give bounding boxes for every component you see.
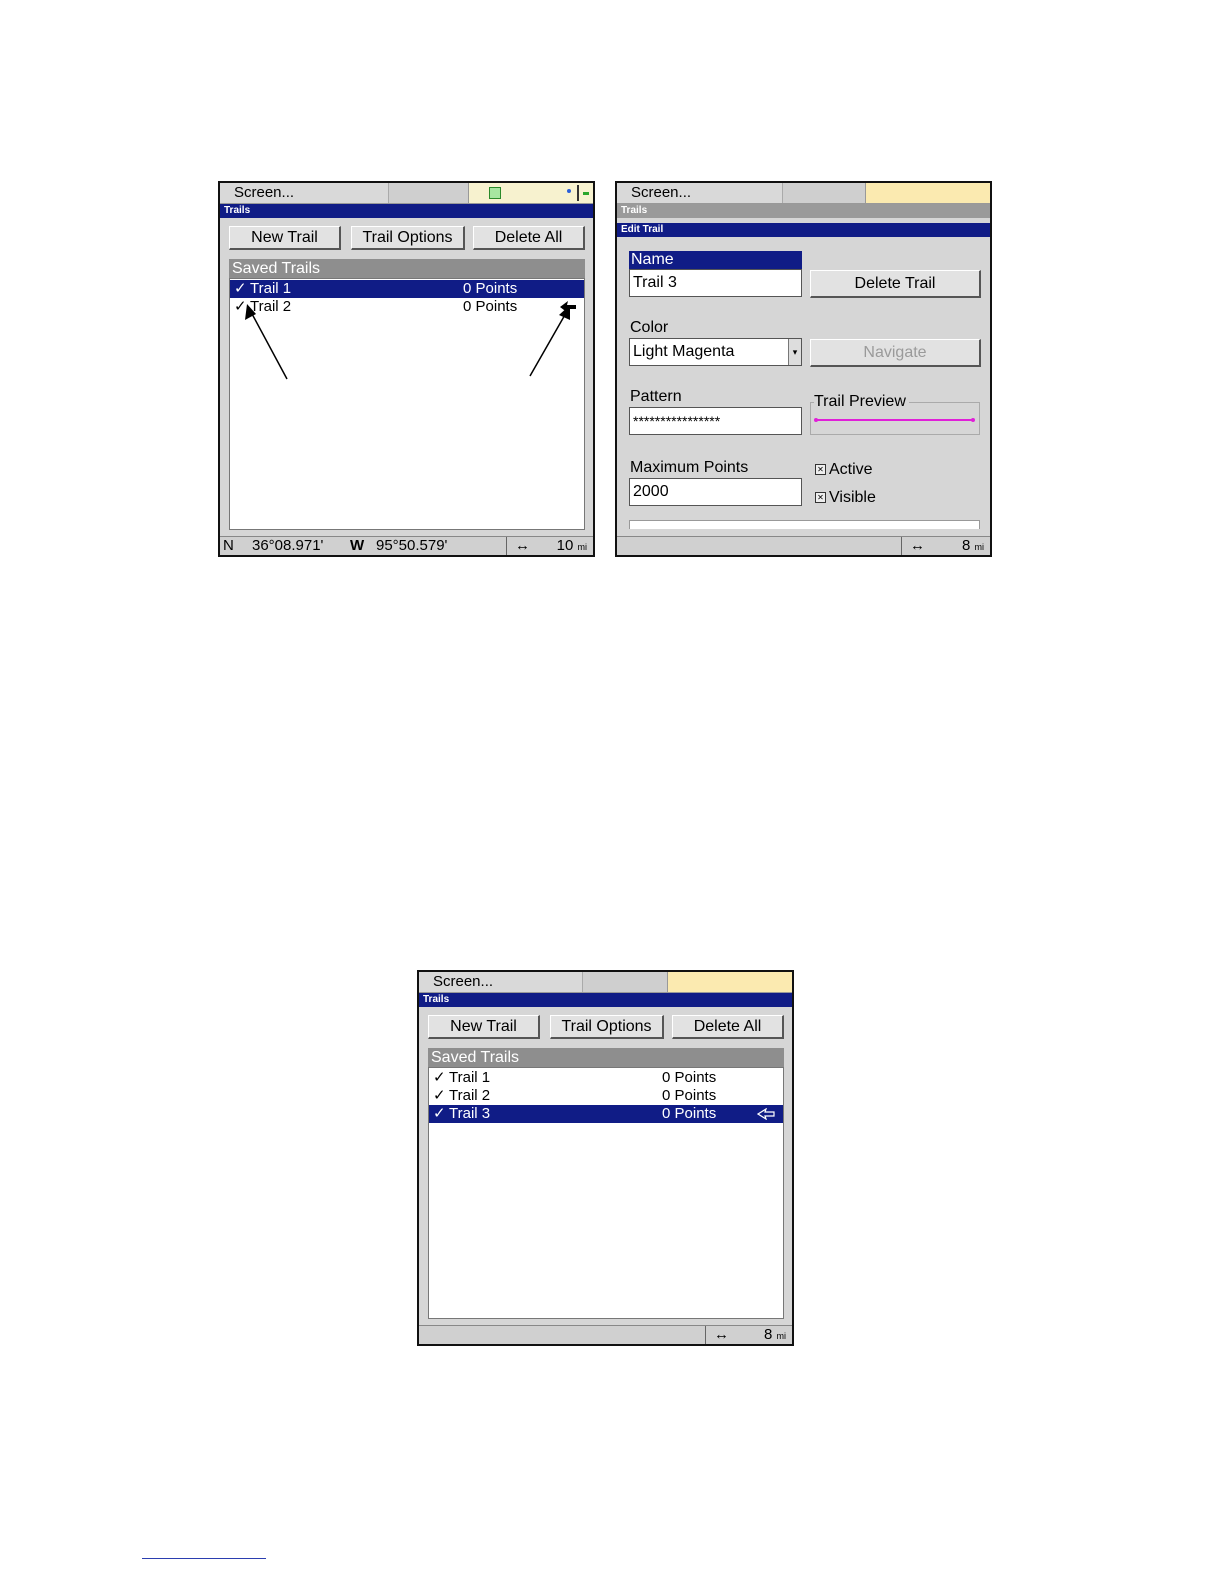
window-title: Trails xyxy=(419,993,792,1007)
color-select[interactable]: Light Magenta ▾ xyxy=(629,338,802,366)
range-arrows-icon: ↔ xyxy=(515,537,530,554)
max-points-field[interactable]: 2000 xyxy=(629,478,802,506)
top-menu-bar: Screen... xyxy=(220,183,593,204)
scale-unit: mi xyxy=(776,1331,787,1341)
trail-points: 0 Points xyxy=(463,298,518,315)
trail-row-2[interactable]: ✓ Trail 2 0 Points xyxy=(429,1087,783,1105)
delete-all-button[interactable]: Delete All xyxy=(473,226,585,250)
window-title: Trails xyxy=(220,204,593,218)
window-title: Trails xyxy=(617,204,990,218)
scale-readout: ↔ 10 mi xyxy=(506,537,593,555)
trail-row-2[interactable]: ✓ Trail 2 0 Points xyxy=(230,298,584,316)
delete-trail-button[interactable]: Delete Trail xyxy=(810,270,981,298)
trail-name: Trail 2 xyxy=(250,298,292,315)
lon-hemisphere: W xyxy=(350,537,365,554)
scale-value: 10 xyxy=(556,537,574,554)
edit-trail-screen: Screen... Trails Edit Trail Name Trail 3… xyxy=(615,181,992,557)
trails-screen-2: Screen... Trails New Trail Trail Options… xyxy=(417,970,794,1346)
saved-trails-header: Saved Trails xyxy=(428,1048,784,1067)
range-arrows-icon: ↔ xyxy=(714,1326,729,1343)
scale-unit: mi xyxy=(577,542,588,552)
top-menu-bar: Screen... xyxy=(419,972,792,993)
status-bar: ↔ 8 mi xyxy=(617,536,990,555)
name-field[interactable]: Trail 3 xyxy=(629,269,802,297)
bottom-panel xyxy=(629,520,980,529)
trail-name: Trail 3 xyxy=(449,1105,491,1122)
longitude: 95°50.579' xyxy=(376,537,448,554)
scale-value: 8 xyxy=(961,537,971,554)
checkbox-checked-icon: ✕ xyxy=(815,464,826,476)
check-icon: ✓ xyxy=(234,298,247,315)
max-points-label: Maximum Points xyxy=(630,459,749,476)
screen-menu[interactable]: Screen... xyxy=(220,183,294,203)
map-indicator xyxy=(865,183,990,203)
pattern-field[interactable]: **************** xyxy=(629,407,802,435)
trail-preview-label: Trail Preview xyxy=(814,393,909,411)
dialog-title: Edit Trail xyxy=(617,223,990,237)
scale-unit: mi xyxy=(974,542,985,552)
map-green-square-icon xyxy=(489,187,501,199)
latitude: 36°08.971' xyxy=(252,537,324,554)
saved-trails-list: ✓ Trail 1 0 Points ✓ Trail 2 0 Points xyxy=(229,278,585,530)
status-bar: ↔ 8 mi xyxy=(419,1325,792,1344)
delete-all-button[interactable]: Delete All xyxy=(672,1015,784,1039)
pointer-cursor-icon xyxy=(560,301,576,313)
trail-options-button[interactable]: Trail Options xyxy=(351,226,465,250)
scale-readout: ↔ 8 mi xyxy=(901,537,990,555)
new-trail-button[interactable]: New Trail xyxy=(428,1015,540,1039)
pointer-cursor-icon xyxy=(757,1108,775,1120)
map-bar-icon xyxy=(577,185,579,201)
trail-name: Trail 2 xyxy=(449,1087,491,1104)
scale-readout: ↔ 8 mi xyxy=(705,1326,792,1344)
trail-name: Trail 1 xyxy=(250,280,292,297)
lat-hemisphere: N xyxy=(223,537,234,554)
map-indicator xyxy=(667,972,792,992)
checkbox-checked-icon: ✕ xyxy=(815,492,826,504)
range-arrows-icon: ↔ xyxy=(910,537,925,554)
pattern-label: Pattern xyxy=(630,388,682,405)
top-menu-bar: Screen... xyxy=(617,183,990,204)
color-value: Light Magenta xyxy=(633,343,735,360)
scale-value: 8 xyxy=(763,1326,773,1343)
screen-menu[interactable]: Screen... xyxy=(617,183,691,203)
map-marker-icon xyxy=(567,189,571,193)
trail-points: 0 Points xyxy=(463,280,518,297)
color-label: Color xyxy=(630,319,669,336)
active-checkbox[interactable]: ✕ Active xyxy=(815,461,873,479)
trail-options-button[interactable]: Trail Options xyxy=(550,1015,664,1039)
trail-name: Trail 1 xyxy=(449,1069,491,1086)
trail-points: 0 Points xyxy=(662,1105,717,1122)
check-icon: ✓ xyxy=(433,1087,446,1104)
navigate-button[interactable]: Navigate xyxy=(810,339,981,367)
saved-trails-header: Saved Trails xyxy=(229,259,585,278)
check-icon: ✓ xyxy=(234,280,247,297)
trail-points: 0 Points xyxy=(662,1087,717,1104)
trail-row-1[interactable]: ✓ Trail 1 0 Points xyxy=(429,1069,783,1087)
dropdown-arrow-icon[interactable]: ▾ xyxy=(788,339,801,365)
trail-points: 0 Points xyxy=(662,1069,717,1086)
trail-row-3[interactable]: ✓ Trail 3 0 Points xyxy=(429,1105,783,1123)
name-label: Name xyxy=(629,251,802,269)
map-indicator xyxy=(468,183,593,203)
check-icon: ✓ xyxy=(433,1069,446,1086)
check-icon: ✓ xyxy=(433,1105,446,1122)
new-trail-button[interactable]: New Trail xyxy=(229,226,341,250)
trails-screen-1: Screen... Trails New Trail Trail Options… xyxy=(218,181,595,557)
status-bar: N 36°08.971' W 95°50.579' ↔ 10 mi xyxy=(220,536,593,555)
visible-checkbox[interactable]: ✕ Visible xyxy=(815,489,876,507)
trail-row-1[interactable]: ✓ Trail 1 0 Points xyxy=(230,280,584,298)
footer-rule xyxy=(142,1558,266,1559)
active-label: Active xyxy=(829,461,873,478)
screen-menu[interactable]: Screen... xyxy=(419,972,493,992)
visible-label: Visible xyxy=(829,489,876,506)
saved-trails-list: ✓ Trail 1 0 Points ✓ Trail 2 0 Points ✓ … xyxy=(428,1067,784,1319)
